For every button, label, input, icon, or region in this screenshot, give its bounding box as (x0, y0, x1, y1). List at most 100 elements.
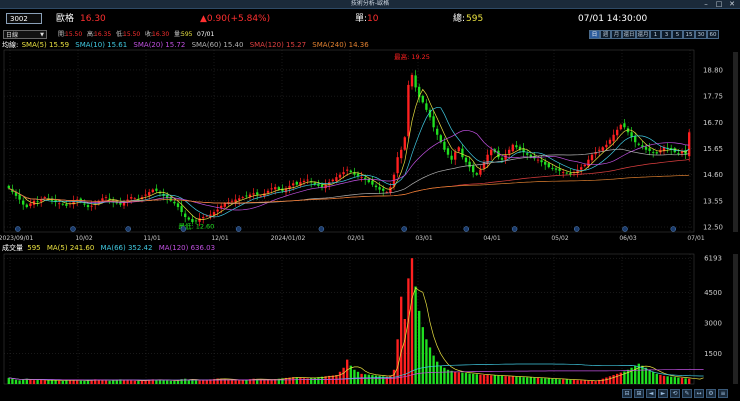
zoom-out-icon[interactable]: ⊟ (622, 389, 632, 398)
candle-body (335, 177, 338, 182)
candle-body (464, 157, 468, 163)
volume-bar (302, 378, 306, 384)
candle-body (616, 129, 619, 136)
volume-bar (29, 379, 32, 384)
volume-bar (83, 380, 86, 384)
volume-bar (540, 378, 543, 384)
volume-bar (583, 380, 586, 384)
volume-bar (202, 380, 205, 384)
volume-bar (565, 379, 568, 384)
volume-bar (659, 374, 662, 384)
volume-bar (558, 379, 561, 384)
event-marker-icon (318, 226, 325, 232)
volume-bar (587, 380, 590, 384)
candle-body (500, 158, 504, 160)
volume-bar (677, 377, 680, 384)
volume-bar (688, 378, 691, 384)
fit-icon[interactable]: ↔ (694, 389, 704, 398)
volume-bar (266, 379, 270, 384)
candle-body (400, 149, 403, 159)
volume-bar (220, 378, 223, 384)
price-tick-label: 17.75 (703, 93, 723, 101)
volume-bar (389, 375, 392, 384)
time-tick-label: 2023/09/01 (0, 235, 33, 242)
reset-icon[interactable]: ⟲ (670, 389, 680, 398)
candle-body (425, 103, 428, 110)
volume-bar (468, 373, 471, 384)
volume-bar (234, 380, 237, 384)
candle-body (472, 165, 475, 173)
volume-bar (601, 378, 604, 384)
volume-bar (112, 380, 115, 384)
candle-body (148, 192, 151, 196)
volume-bar (11, 378, 14, 384)
candle-body (259, 195, 262, 197)
volume-bar (54, 380, 57, 384)
price-scrollbar[interactable] (733, 52, 738, 232)
price-tick-label: 16.70 (703, 119, 723, 127)
candle-body (180, 206, 183, 213)
candle-body (7, 185, 10, 189)
volume-bar (140, 380, 144, 384)
volume-bar (493, 375, 496, 384)
candle-body (655, 152, 658, 154)
volume-bar (108, 380, 111, 384)
candle-body (29, 203, 32, 207)
volume-bar (50, 379, 54, 384)
volume-bar (673, 377, 676, 384)
volume-bar (544, 378, 547, 384)
scroll-right-icon[interactable]: ► (658, 389, 668, 398)
price-tick-label: 12.50 (703, 224, 723, 232)
candle-body (360, 177, 363, 178)
candle-body (338, 174, 342, 178)
candle-body (295, 181, 298, 185)
volume-bar (594, 381, 597, 384)
time-tick-label: 05/02 (551, 235, 568, 242)
volume-bar (547, 378, 550, 384)
candle-body (403, 137, 406, 150)
candle-body (36, 201, 39, 203)
scroll-left-icon[interactable]: ◄ (646, 389, 656, 398)
volume-bar (371, 375, 374, 384)
volume-bar (475, 374, 478, 384)
candle-body (155, 188, 158, 191)
candle-body (25, 204, 28, 208)
candle-body (540, 160, 543, 163)
draw-icon[interactable]: ✎ (682, 389, 692, 398)
volume-scrollbar[interactable] (733, 254, 738, 384)
volume-bar (425, 339, 428, 384)
volume-bar (443, 367, 446, 384)
candle-body (292, 183, 295, 186)
candle-body (598, 149, 601, 151)
candle-body (432, 116, 435, 128)
settings-icon[interactable]: ⚙ (706, 389, 716, 398)
candle-body (623, 123, 626, 128)
volume-bar (436, 361, 439, 384)
candle-body (230, 200, 234, 202)
candle-body (349, 170, 352, 173)
candle-body (396, 157, 399, 174)
volume-bar (299, 377, 302, 384)
candle-body (331, 179, 334, 182)
price-volume-chart[interactable]: 18.80 17.75 16.70 15.65 14.60 13.55 12.50 6193 4… (0, 0, 740, 401)
volume-bar (410, 258, 414, 384)
volume-bar (310, 377, 313, 384)
event-marker-icon (180, 226, 187, 232)
candle-body (443, 141, 446, 150)
candle-body (245, 195, 248, 197)
candle-body (306, 179, 309, 181)
menu-icon[interactable]: ≡ (718, 389, 728, 398)
volume-tick-label: 3000 (704, 320, 722, 328)
volume-bar (421, 327, 424, 384)
volume-bar (464, 373, 468, 384)
zoom-in-icon[interactable]: ⊞ (634, 389, 644, 398)
candle-body (580, 167, 583, 170)
candle-body (551, 168, 554, 169)
volume-tick-label: 4500 (704, 289, 722, 297)
event-marker-icon (622, 226, 628, 232)
candle-body (216, 209, 219, 212)
volume-bar (605, 377, 608, 384)
candle-body (22, 200, 25, 205)
price-tick-label: 18.80 (703, 66, 723, 74)
volume-bar (104, 380, 108, 384)
